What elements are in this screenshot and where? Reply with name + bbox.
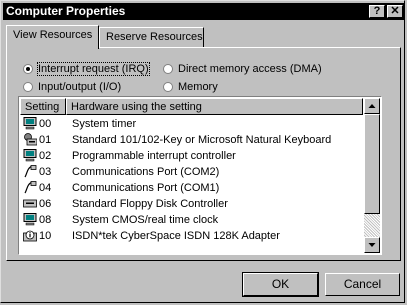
- scroll-up-button[interactable]: [364, 98, 380, 114]
- row-hardware: System timer: [72, 118, 137, 130]
- radio-irq-label: Interrupt request (IRQ): [37, 62, 150, 76]
- tab-view-resources-label: View Resources: [13, 29, 93, 41]
- radio-irq-indicator[interactable]: [23, 64, 33, 74]
- resource-list[interactable]: Setting Hardware using the setting 00 Sy…: [18, 96, 382, 255]
- column-header-hardware[interactable]: Hardware using the setting: [66, 98, 363, 115]
- row-setting: 03: [39, 166, 52, 178]
- window-title: Computer Properties: [6, 4, 126, 18]
- vertical-scrollbar[interactable]: [364, 98, 380, 253]
- port-icon: [24, 165, 37, 178]
- list-item[interactable]: 04 Communications Port (COM1): [21, 180, 361, 196]
- row-hardware: ISDN*tek CyberSpace ISDN 128K Adapter: [72, 230, 280, 242]
- row-hardware: Standard 101/102-Key or Microsoft Natura…: [72, 134, 332, 146]
- computer-icon: [23, 213, 37, 226]
- help-button[interactable]: ?: [369, 5, 385, 18]
- computer-icon: [23, 149, 37, 162]
- row-hardware: System CMOS/real time clock: [72, 214, 219, 226]
- radio-io-label: Input/output (I/O): [38, 81, 122, 93]
- tab-reserve-resources[interactable]: Reserve Resources: [99, 27, 204, 47]
- cancel-button[interactable]: Cancel: [325, 273, 400, 296]
- row-setting: 10: [39, 230, 52, 242]
- keyboard-icon: [24, 133, 37, 146]
- scroll-down-button[interactable]: [364, 237, 380, 253]
- row-setting: 00: [39, 118, 52, 130]
- radio-io[interactable]: Input/output (I/O): [23, 81, 121, 93]
- list-item[interactable]: 00 System timer: [21, 116, 361, 132]
- list-item[interactable]: 10 ISDN*tek CyberSpace ISDN 128K Adapter: [21, 228, 361, 244]
- arrow-up-icon: [368, 104, 376, 108]
- row-hardware: Communications Port (COM1): [72, 182, 220, 194]
- row-hardware: Programmable interrupt controller: [72, 150, 236, 162]
- radio-dma-label: Direct memory access (DMA): [178, 63, 322, 75]
- list-item[interactable]: 01 Standard 101/102-Key or Microsoft Nat…: [21, 132, 361, 148]
- isdn-adapter-icon: [23, 230, 37, 242]
- list-item[interactable]: 06 Standard Floppy Disk Controller: [21, 196, 361, 212]
- radio-irq[interactable]: Interrupt request (IRQ): [23, 62, 150, 76]
- close-button[interactable]: ✕: [387, 5, 403, 18]
- tab-view-resources[interactable]: View Resources: [6, 25, 99, 49]
- column-header-setting-label: Setting: [25, 101, 60, 113]
- radio-memory[interactable]: Memory: [163, 81, 218, 93]
- computer-icon: [23, 117, 37, 130]
- row-setting: 06: [39, 198, 52, 210]
- list-item[interactable]: 08 System CMOS/real time clock: [21, 212, 361, 228]
- row-setting: 08: [39, 214, 52, 226]
- list-item[interactable]: 02 Programmable interrupt controller: [21, 148, 361, 164]
- ok-button[interactable]: OK: [242, 272, 319, 297]
- radio-memory-indicator[interactable]: [163, 82, 173, 92]
- radio-io-indicator[interactable]: [23, 82, 33, 92]
- row-hardware: Standard Floppy Disk Controller: [72, 198, 228, 210]
- title-bar[interactable]: Computer Properties ? ✕: [3, 3, 404, 20]
- column-header-setting[interactable]: Setting: [20, 98, 66, 115]
- list-item[interactable]: 03 Communications Port (COM2): [21, 164, 361, 180]
- computer-properties-dialog: Computer Properties ? ✕ View Resources R…: [0, 0, 405, 303]
- column-header-hardware-label: Hardware using the setting: [71, 101, 202, 113]
- radio-dma[interactable]: Direct memory access (DMA): [163, 63, 322, 75]
- arrow-down-icon: [368, 243, 376, 247]
- radio-memory-label: Memory: [178, 81, 218, 93]
- row-hardware: Communications Port (COM2): [72, 166, 220, 178]
- tab-reserve-resources-label: Reserve Resources: [106, 31, 203, 43]
- row-setting: 01: [39, 134, 52, 146]
- row-setting: 04: [39, 182, 52, 194]
- scroll-thumb[interactable]: [364, 114, 380, 214]
- row-setting: 02: [39, 150, 52, 162]
- port-icon: [24, 181, 37, 194]
- radio-dma-indicator[interactable]: [163, 64, 173, 74]
- floppy-drive-icon: [23, 199, 37, 208]
